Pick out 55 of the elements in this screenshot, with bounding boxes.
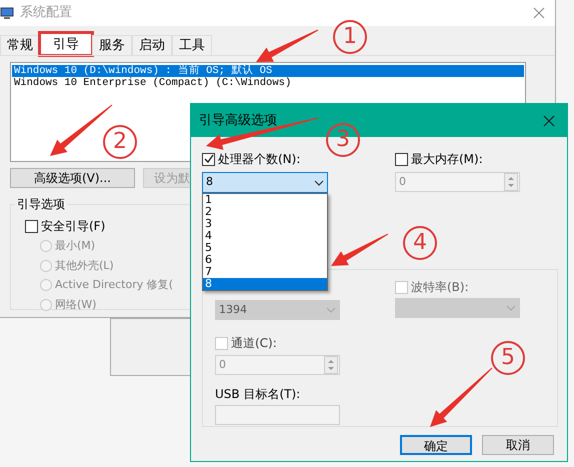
checkbox-label: 波特率(B):: [411, 279, 469, 296]
dropdown-option[interactable]: 3: [203, 218, 327, 230]
callout-number: 2: [103, 125, 137, 159]
checkbox[interactable]: [25, 220, 38, 232]
radio-label: Active Directory 修复(: [55, 277, 174, 293]
tab[interactable]: 启动: [132, 35, 172, 55]
field-label: USB 目标名(T):: [215, 386, 302, 403]
window-title: 系统配置: [20, 4, 72, 22]
checkbox[interactable]: [202, 152, 215, 166]
input-field[interactable]: [215, 405, 340, 425]
checkmark-icon: [204, 154, 214, 164]
processor-select[interactable]: 8: [202, 172, 328, 193]
tab[interactable]: 引导: [40, 33, 92, 55]
list-item[interactable]: Windows 10 Enterprise (Compact) (C:\Windows): [12, 77, 524, 89]
caret-icon: [326, 307, 336, 313]
caret-icon: [506, 305, 516, 311]
dropdown-option[interactable]: 7: [203, 266, 327, 278]
checkbox-label: 最大内存(M):: [411, 151, 483, 168]
checkbox-label: 处理器个数(N):: [218, 151, 300, 168]
radio-label: 最小(M): [55, 238, 96, 254]
caret-icon: [314, 180, 324, 186]
dropdown-option[interactable]: 5: [203, 242, 327, 254]
arrow: [256, 30, 318, 62]
close-icon[interactable]: [543, 114, 555, 126]
checkbox[interactable]: [395, 152, 408, 166]
radio-label: 其他外壳(L): [55, 258, 114, 274]
close-icon[interactable]: [533, 7, 545, 19]
dropdown-option[interactable]: 8: [203, 278, 327, 290]
tab[interactable]: 服务: [92, 35, 132, 55]
tab[interactable]: 工具: [172, 35, 212, 55]
arrow: [331, 234, 388, 266]
button[interactable]: 取消: [482, 435, 554, 455]
button[interactable]: 确定: [400, 435, 472, 455]
radio-label: 网络(W): [55, 296, 96, 312]
spinner-arrows-icon: [504, 173, 518, 191]
group-title: 引导选项: [15, 196, 67, 212]
tab[interactable]: 常规: [0, 35, 40, 55]
button[interactable]: 高级选项(V)...: [10, 168, 135, 188]
baud-select[interactable]: [395, 298, 520, 318]
arrow: [430, 368, 492, 427]
port-select[interactable]: 1394: [215, 300, 340, 320]
dropdown-option[interactable]: 1: [203, 194, 327, 206]
computer-icon: [0, 6, 14, 20]
checkbox-label: 通道(C):: [231, 335, 277, 352]
list-item[interactable]: Windows 10 (D:\windows) : 当前 OS; 默认 OS: [12, 65, 524, 77]
checkbox-label: 安全引导(F): [41, 218, 106, 235]
dialog-title: 引导高级选项: [199, 112, 277, 130]
arrow: [50, 104, 112, 156]
callout-number: 1: [333, 20, 367, 54]
dropdown-option[interactable]: 2: [203, 206, 327, 218]
dropdown-option[interactable]: 4: [203, 230, 327, 242]
callout-number: 4: [403, 226, 437, 260]
callout-number: 5: [491, 341, 525, 375]
dropdown-option[interactable]: 6: [203, 254, 327, 266]
spinner-arrows-icon: [324, 356, 338, 374]
